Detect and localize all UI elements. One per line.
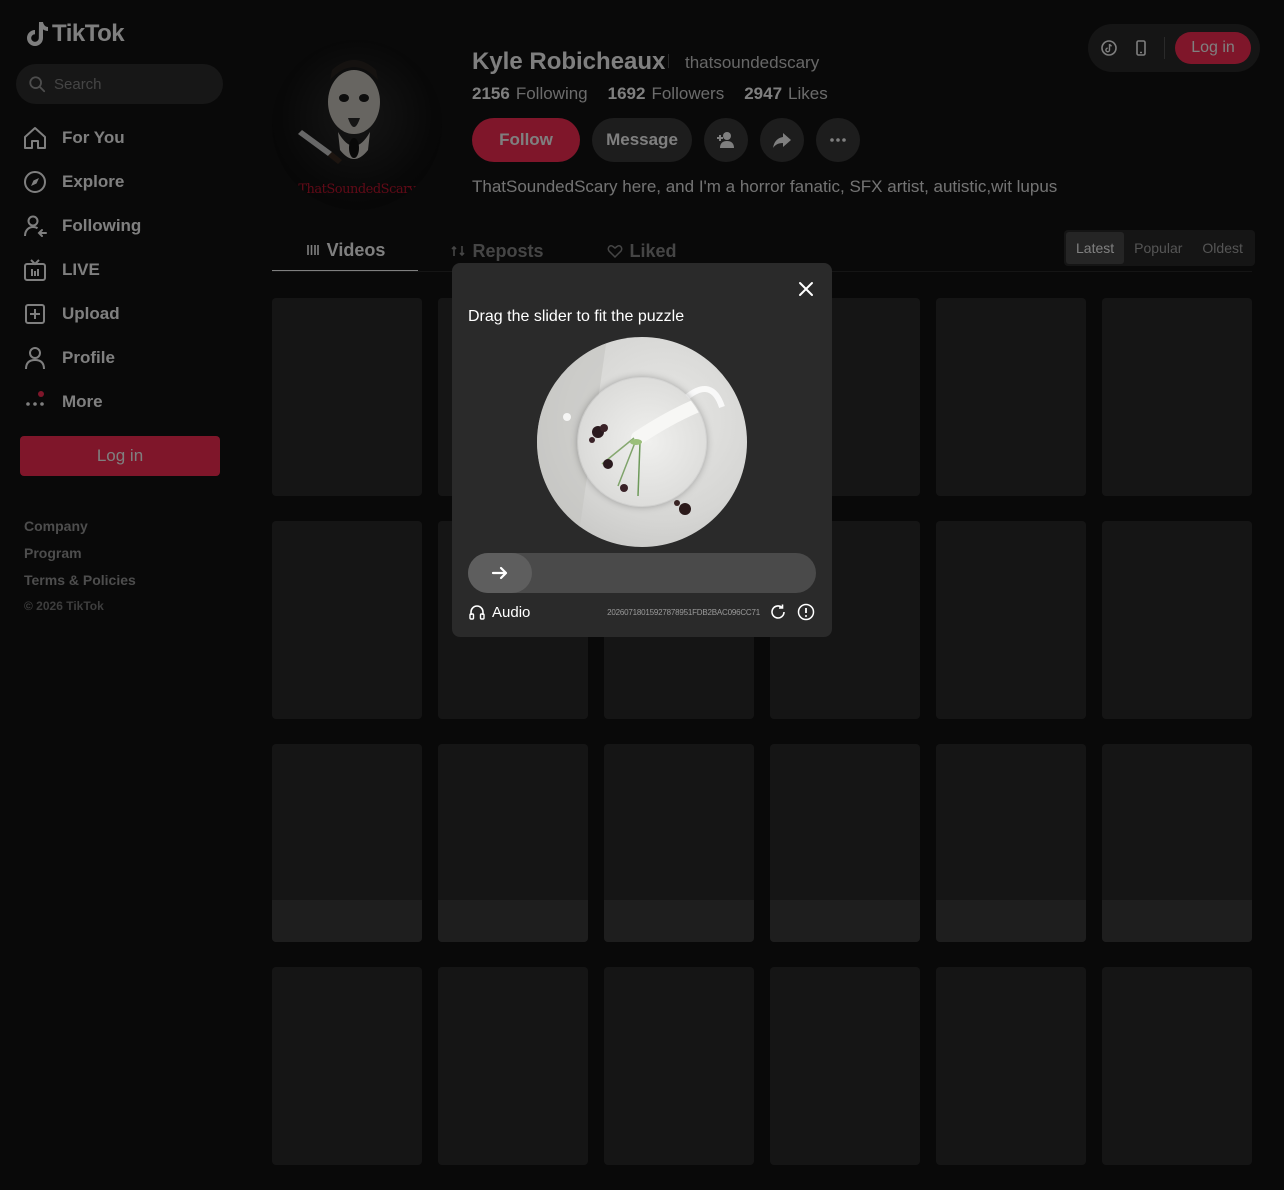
report-button[interactable] xyxy=(796,602,816,622)
refresh-icon xyxy=(771,604,785,619)
captcha-id: 20260718015927878951FDB2BAC096CC71 xyxy=(607,607,760,617)
audio-challenge-button[interactable]: Audio xyxy=(468,603,530,621)
captcha-puzzle-piece[interactable] xyxy=(578,378,706,506)
captcha-title: Drag the slider to fit the puzzle xyxy=(468,308,685,325)
captcha-puzzle-image xyxy=(537,337,747,547)
captcha-modal: Drag the slider to fit the puzzle Audio … xyxy=(452,263,832,637)
info-icon xyxy=(797,603,815,621)
headphones-icon xyxy=(469,605,485,620)
close-button[interactable] xyxy=(794,277,818,301)
close-icon xyxy=(799,282,813,296)
refresh-button[interactable] xyxy=(768,602,788,622)
profile-page: TikTok For You Explore xyxy=(0,0,1284,1190)
captcha-footer: Audio 20260718015927878951FDB2BAC096CC71 xyxy=(468,601,816,623)
flower-vase-icon xyxy=(589,399,703,497)
captcha-slider-handle[interactable] xyxy=(468,553,532,593)
arrow-right-icon xyxy=(491,566,508,580)
captcha-slider-track[interactable] xyxy=(468,553,816,593)
audio-label: Audio xyxy=(492,603,531,621)
